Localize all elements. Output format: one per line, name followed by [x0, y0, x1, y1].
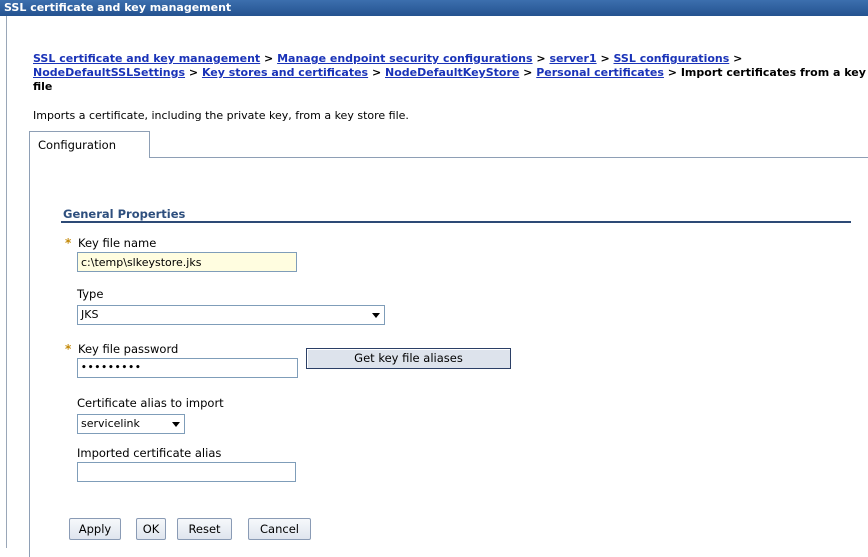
- tab-configuration[interactable]: Configuration: [29, 131, 150, 158]
- breadcrumb-separator: >: [729, 52, 743, 65]
- breadcrumb-link-ssl-management[interactable]: SSL certificate and key management: [33, 52, 260, 65]
- left-border: [6, 16, 7, 548]
- type-select[interactable]: JKS: [77, 305, 385, 325]
- window-title: SSL certificate and key management: [0, 0, 868, 16]
- key-file-password-input[interactable]: •••••••••: [77, 358, 298, 378]
- imported-alias-input[interactable]: [77, 462, 296, 482]
- type-label: Type: [77, 287, 104, 301]
- breadcrumb-link-node-default-ssl-settings[interactable]: NodeDefaultSSLSettings: [33, 66, 185, 79]
- page-description: Imports a certificate, including the pri…: [33, 109, 409, 122]
- section-title-general-properties: General Properties: [63, 207, 186, 221]
- chevron-down-icon: [372, 313, 380, 318]
- breadcrumb-link-personal-certificates[interactable]: Personal certificates: [536, 66, 664, 79]
- imported-alias-label: Imported certificate alias: [77, 446, 222, 460]
- breadcrumb-link-server1[interactable]: server1: [549, 52, 596, 65]
- key-file-password-label: Key file password: [78, 342, 179, 356]
- cancel-button[interactable]: Cancel: [248, 518, 311, 540]
- certificate-alias-select[interactable]: servicelink: [77, 414, 185, 434]
- required-icon: *: [65, 342, 72, 356]
- type-select-value: JKS: [81, 308, 99, 321]
- breadcrumb-separator: >: [663, 66, 681, 79]
- breadcrumb-separator: >: [532, 52, 550, 65]
- breadcrumb-separator: >: [596, 52, 614, 65]
- breadcrumb: SSL certificate and key management > Man…: [33, 52, 868, 94]
- certificate-alias-value: servicelink: [81, 417, 140, 430]
- key-file-name-input[interactable]: [77, 252, 297, 272]
- ok-button[interactable]: OK: [136, 518, 166, 540]
- chevron-down-icon: [172, 422, 180, 427]
- reset-button[interactable]: Reset: [177, 518, 232, 540]
- breadcrumb-link-node-default-keystore[interactable]: NodeDefaultKeyStore: [385, 66, 519, 79]
- apply-button[interactable]: Apply: [69, 518, 121, 540]
- breadcrumb-separator: >: [519, 66, 537, 79]
- breadcrumb-separator: >: [368, 66, 385, 79]
- breadcrumb-separator: >: [260, 52, 278, 65]
- get-key-file-aliases-button[interactable]: Get key file aliases: [306, 348, 511, 369]
- required-icon: *: [65, 236, 72, 250]
- breadcrumb-separator: >: [185, 66, 202, 79]
- section-divider: [61, 221, 851, 223]
- certificate-alias-label: Certificate alias to import: [77, 396, 224, 410]
- breadcrumb-link-key-stores[interactable]: Key stores and certificates: [202, 66, 368, 79]
- breadcrumb-link-ssl-configurations[interactable]: SSL configurations: [614, 52, 730, 65]
- key-file-name-label: Key file name: [78, 236, 157, 250]
- breadcrumb-link-endpoint-security[interactable]: Manage endpoint security configurations: [277, 52, 532, 65]
